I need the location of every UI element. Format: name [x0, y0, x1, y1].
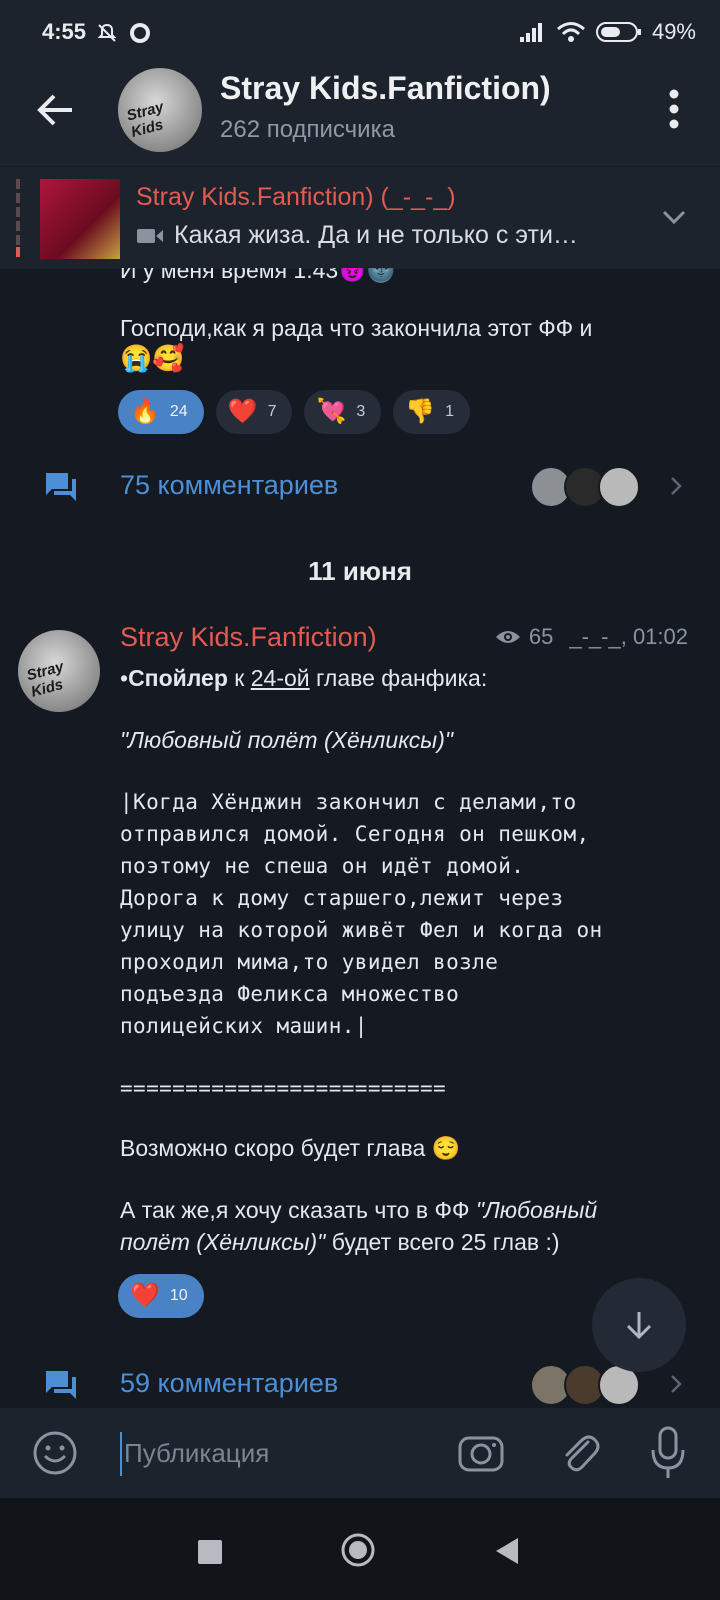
recents-square-icon[interactable] [198, 1540, 222, 1564]
chevron-down-icon[interactable] [658, 201, 690, 233]
emoji-icon[interactable] [32, 1430, 78, 1476]
excerpt-line: |Когда Хёнджин закончил с делами,то [120, 790, 577, 814]
reaction-thumbs-down[interactable]: 👎 1 [393, 390, 471, 434]
fire-emoji-icon: 🔥 [130, 398, 160, 425]
status-time: 4:55 [42, 19, 87, 44]
channel-avatar[interactable]: Stray Kids [118, 68, 202, 152]
input-bar: Публикация [0, 1408, 720, 1498]
arrow-down-icon [626, 1312, 652, 1340]
reaction-cupid[interactable]: 💘 3 [304, 390, 382, 434]
pinned-text: Какая жиза. Да и не только с эти… [174, 221, 578, 249]
signal-icon [519, 23, 542, 42]
back-arrow-icon[interactable] [30, 84, 82, 136]
excerpt-line: полицейских машин.| [120, 1014, 368, 1038]
home-circle-icon[interactable] [340, 1532, 376, 1568]
eye-icon [495, 631, 520, 643]
commenter-avatars [530, 466, 640, 508]
chapter-link[interactable]: 24-ой [251, 665, 310, 691]
post-avatar-label: Stray Kids [24, 658, 66, 701]
wifi-icon [556, 22, 585, 42]
fic-title: "Любовный полёт (Хёнликсы)" [120, 727, 454, 753]
subscriber-count: 262 подписчика [220, 116, 395, 143]
final-italic: "Любовный [475, 1197, 598, 1223]
channel-avatar-label: Stray Kids [124, 98, 166, 141]
message-feed[interactable]: И у меня время 1:43😈🌚 Господи,как я рада… [0, 268, 720, 1408]
comments-icon [46, 473, 76, 501]
reaction-count: 7 [267, 403, 277, 420]
final-suffix: будет всего 25 глав :) [325, 1229, 560, 1255]
final-prefix: А так же,я хочу сказать что в ФФ [120, 1197, 476, 1223]
comments-count: 59 комментариев [120, 1368, 339, 1398]
pinned-title: Stray Kids.Fanfiction) (_-_-_) [136, 183, 456, 211]
cupid-heart-emoji-icon: 💘 [316, 398, 347, 425]
avatar [598, 466, 640, 508]
post-signature-time: _-_-_, 01:02 [569, 624, 688, 649]
post-meta: 65 _-_-_, 01:02 [495, 624, 688, 650]
final-italic: полёт (Хёнликсы)" [120, 1229, 326, 1255]
heart-emoji-icon: ❤️ [227, 398, 258, 425]
prev-post-emoji: 😭🥰 [120, 343, 185, 373]
reaction-count: 24 [169, 403, 188, 420]
date-separator: 11 июня [308, 556, 412, 586]
system-nav-bar [0, 1498, 720, 1600]
excerpt-line: отправился домой. Сегодня он пешком, [120, 822, 590, 846]
comments-count: 75 комментариев [120, 470, 339, 500]
post-note: Возможно скоро будет глава 😌 [120, 1135, 461, 1161]
comments-icon [46, 1371, 76, 1399]
reaction-heart[interactable]: ❤️ 7 [215, 390, 293, 434]
comments-row[interactable]: 75 комментариев [0, 452, 720, 522]
excerpt-line: Дорога к дому старшего,лежит через [120, 886, 564, 910]
commenter-avatars [530, 1364, 640, 1406]
channel-header: Stray Kids Stray Kids.Fanfiction) 262 по… [0, 54, 720, 166]
mute-bell-icon [97, 23, 117, 42]
post-author[interactable]: Stray Kids.Fanfiction) [120, 622, 377, 653]
more-options-icon[interactable] [664, 84, 684, 134]
channel-title[interactable]: Stray Kids.Fanfiction) [220, 70, 551, 107]
message-input[interactable]: Публикация [120, 1432, 424, 1476]
view-count: 65 [528, 624, 554, 649]
paperclip-icon[interactable] [556, 1428, 602, 1478]
post-final-line2: полёт (Хёнликсы)" будет всего 25 глав :) [120, 1226, 560, 1258]
microphone-icon[interactable] [650, 1426, 686, 1480]
excerpt-line: поэтому не спеша он идёт домой. [120, 854, 525, 878]
pinned-thumbnail [40, 179, 120, 259]
spoiler-line: •Спойлер к 24-ой главе фанфика: [120, 662, 487, 694]
prev-reactions: 🔥 24 ❤️ 7 💘 3 👎 1 [118, 390, 471, 434]
reaction-count: 1 [445, 403, 455, 420]
reaction-count: 10 [169, 1287, 188, 1304]
reaction-heart[interactable]: ❤️ 10 [118, 1274, 204, 1318]
excerpt-line: улицу на которой живёт Фел и когда он [120, 918, 603, 942]
battery-icon [595, 22, 641, 42]
bullet: • [120, 665, 129, 691]
video-camera-icon [137, 228, 163, 243]
post-final-line1: А так же,я хочу сказать что в ФФ "Любовн… [120, 1194, 597, 1226]
reaction-fire[interactable]: 🔥 24 [118, 390, 204, 434]
excerpt-line: проходил мима,то увидел возле [120, 950, 499, 974]
pinned-preview: Какая жиза. Да и не только с эти… [136, 221, 578, 250]
status-bar: 4:55 49% [0, 0, 720, 54]
pin-indicator-icon [16, 179, 20, 257]
reaction-count: 3 [356, 403, 366, 420]
back-triangle-icon[interactable] [494, 1536, 520, 1566]
thumbs-down-emoji-icon: 👎 [405, 398, 436, 425]
excerpt-line: подъезда Феликса множество [120, 982, 460, 1006]
prev-post-line: И у меня время 1:43😈🌚 [120, 268, 396, 283]
spoiler-k: к [227, 665, 251, 691]
battery-percent: 49% [651, 19, 696, 44]
spoiler-rest: главе фанфика: [309, 665, 488, 691]
chevron-right-icon [671, 1375, 682, 1393]
scroll-down-button[interactable] [592, 1278, 686, 1372]
spoiler-word: Спойлер [128, 665, 228, 691]
post-reactions: ❤️ 10 [118, 1274, 204, 1318]
app-notification-icon [130, 23, 150, 43]
pinned-message[interactable]: Stray Kids.Fanfiction) (_-_-_) Какая жиз… [0, 166, 720, 269]
divider-line: ========================= [120, 1076, 447, 1100]
heart-emoji-icon: ❤️ [130, 1282, 160, 1309]
prev-post-line: Господи,как я рада что закончила этот ФФ… [120, 315, 593, 341]
camera-icon[interactable] [456, 1428, 506, 1478]
chevron-right-icon [671, 477, 682, 495]
post-author-avatar[interactable]: Stray Kids [18, 630, 100, 712]
